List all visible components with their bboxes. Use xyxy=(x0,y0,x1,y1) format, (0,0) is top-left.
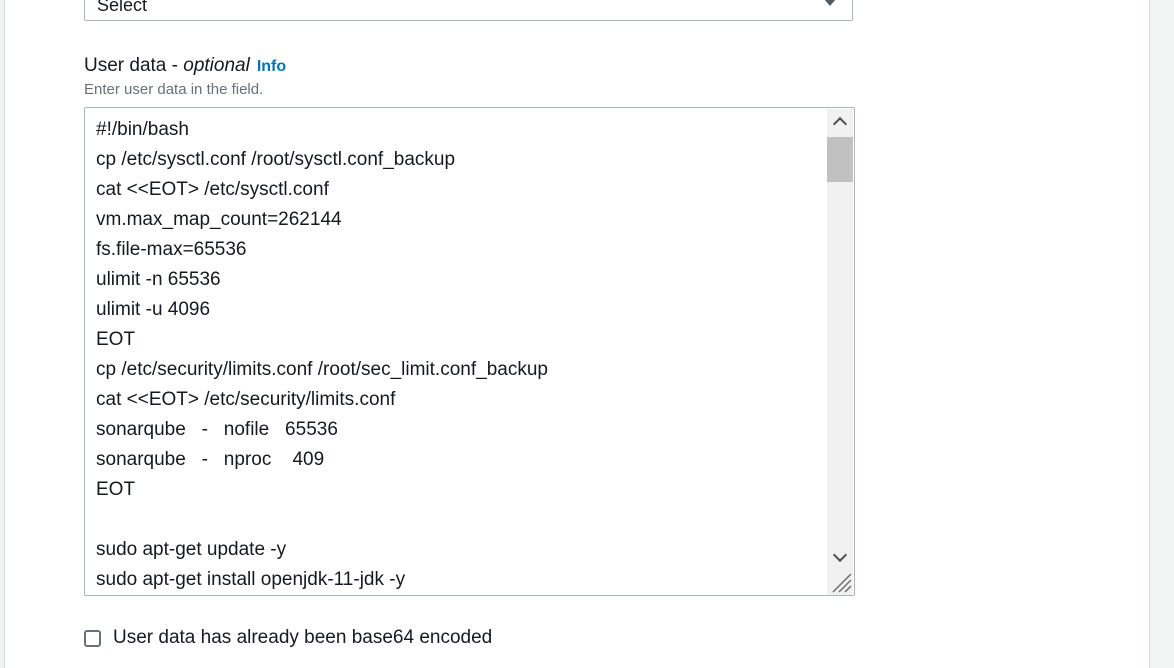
select-value: Select xyxy=(97,0,148,15)
user-data-textarea[interactable]: #!/bin/bash cp /etc/sysctl.conf /root/sys… xyxy=(84,107,855,596)
code-line: EOT xyxy=(96,479,136,500)
user-data-label-text: User data - xyxy=(84,55,184,76)
code-line: vm.max_map_count=262144 xyxy=(96,209,342,230)
code-line: #!/bin/bash xyxy=(96,119,189,140)
code-line: cat <<EOT> /etc/security/limits.conf xyxy=(96,389,396,410)
info-link[interactable]: Info xyxy=(257,58,286,75)
select-dropdown[interactable]: Select xyxy=(84,0,853,21)
scroll-down-button[interactable] xyxy=(827,545,853,569)
code-line: cp /etc/sysctl.conf /root/sysctl.conf_ba… xyxy=(96,149,456,170)
scrollbar-thumb[interactable] xyxy=(827,137,853,182)
code-line: fs.file-max=65536 xyxy=(96,239,247,260)
user-data-description: Enter user data in the field. xyxy=(84,81,264,98)
code-line: cp /etc/security/limits.conf /root/sec_l… xyxy=(96,359,548,380)
code-line: sudo apt-get update -y xyxy=(96,539,287,560)
base64-checkbox[interactable] xyxy=(84,629,101,647)
textarea-scrollbar[interactable] xyxy=(827,109,853,595)
base64-checkbox-row[interactable]: User data has already been base64 encode… xyxy=(84,627,492,649)
code-line: sonarqube - nofile 65536 xyxy=(96,419,338,440)
user-data-label: User data - optional Info xyxy=(84,54,286,79)
code-line: ulimit -n 65536 xyxy=(96,269,221,290)
chevron-down-icon xyxy=(832,547,848,562)
code-line: cat <<EOT> /etc/sysctl.conf xyxy=(96,179,329,200)
resize-grip-icon[interactable] xyxy=(831,572,853,594)
code-line: sonarqube - nproc 409 xyxy=(96,449,325,470)
user-data-content: #!/bin/bash cp /etc/sysctl.conf /root/sys… xyxy=(96,115,816,595)
base64-checkbox-label: User data has already been base64 encode… xyxy=(113,627,493,648)
code-line: sudo apt-get install openjdk-11-jdk -y xyxy=(96,569,406,590)
user-data-label-optional: optional xyxy=(183,55,250,76)
code-line: ulimit -u 4096 xyxy=(96,299,211,320)
code-line: EOT xyxy=(96,329,136,350)
caret-down-icon xyxy=(824,0,836,6)
chevron-up-icon xyxy=(832,116,848,131)
scroll-up-button[interactable] xyxy=(827,109,853,133)
